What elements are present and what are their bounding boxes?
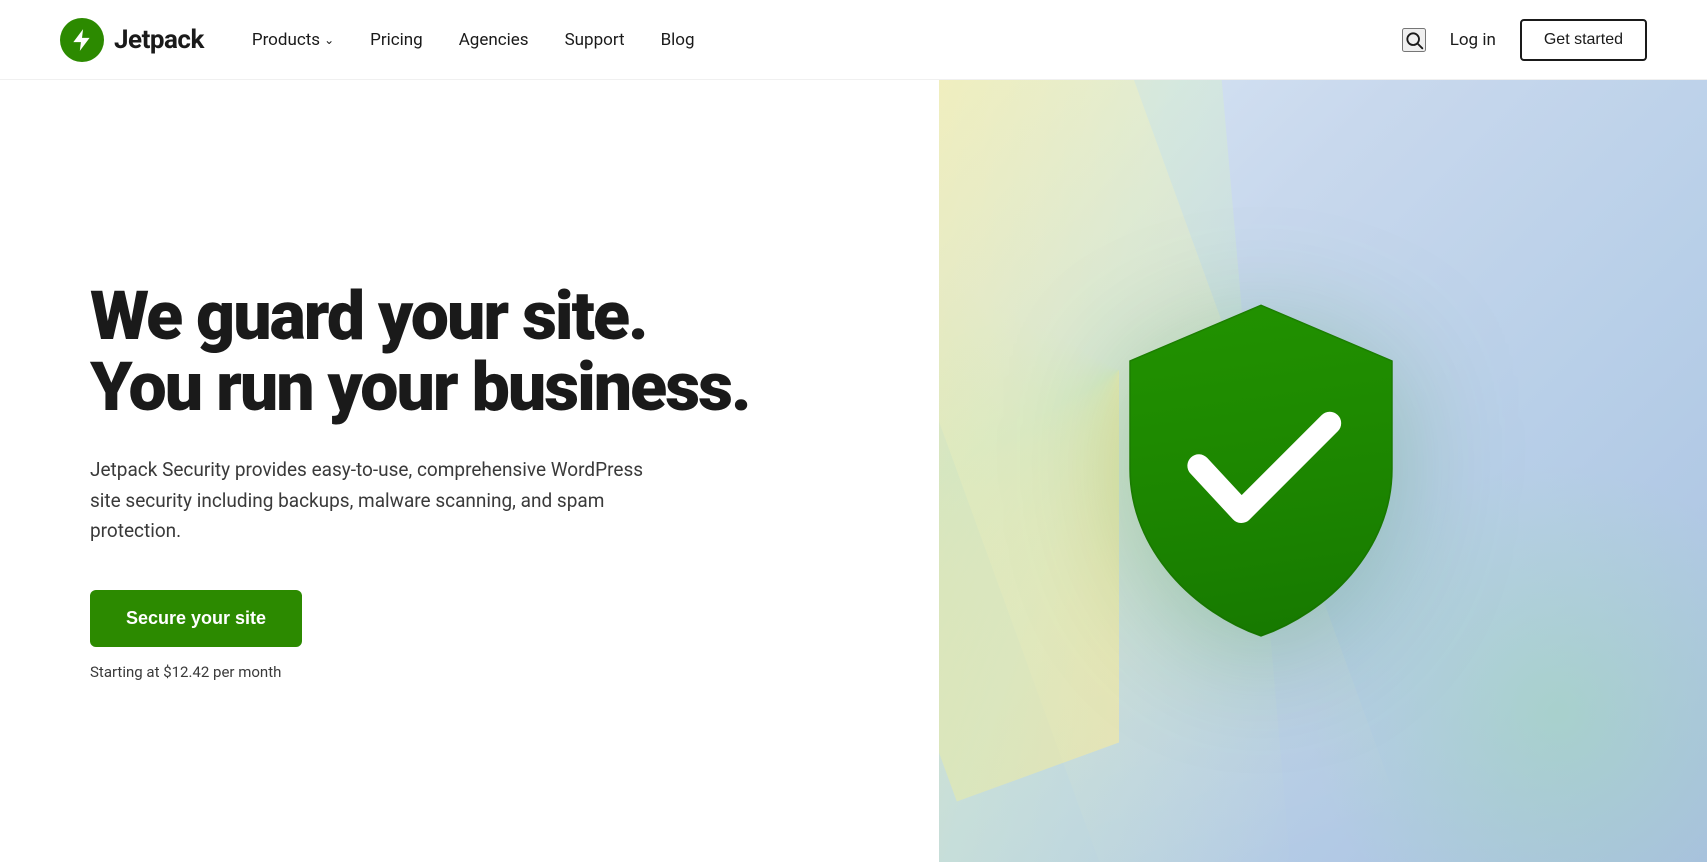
get-started-button[interactable]: Get started — [1520, 19, 1647, 61]
nav-support[interactable]: Support — [565, 30, 625, 50]
search-button[interactable] — [1402, 28, 1426, 52]
logo-text: Jetpack — [114, 25, 204, 55]
nav-blog[interactable]: Blog — [661, 30, 695, 50]
logo-link[interactable]: Jetpack — [60, 18, 204, 62]
logo-icon — [60, 18, 104, 62]
search-icon — [1404, 30, 1424, 50]
login-link[interactable]: Log in — [1450, 30, 1496, 50]
shield-icon — [1091, 289, 1431, 649]
hero-right — [939, 80, 1707, 862]
secure-your-site-button[interactable]: Secure your site — [90, 590, 302, 647]
shield-illustration — [1091, 289, 1431, 653]
chevron-down-icon: ⌄ — [324, 33, 334, 47]
nav-pricing[interactable]: Pricing — [370, 30, 423, 50]
nav-right: Log in Get started — [1402, 19, 1647, 61]
hero-subtext: Jetpack Security provides easy-to-use, c… — [90, 455, 650, 546]
nav-links: Products ⌄ Pricing Agencies Support Blog — [252, 30, 1402, 50]
hero-section: We guard your site. You run your busines… — [0, 80, 1707, 862]
navbar: Jetpack Products ⌄ Pricing Agencies Supp… — [0, 0, 1707, 80]
hero-left: We guard your site. You run your busines… — [0, 80, 939, 862]
starting-price-text: Starting at $12.42 per month — [90, 663, 879, 681]
nav-products[interactable]: Products ⌄ — [252, 30, 334, 50]
nav-agencies[interactable]: Agencies — [459, 30, 529, 50]
hero-headline: We guard your site. You run your busines… — [90, 281, 879, 424]
jetpack-bolt-icon — [69, 27, 95, 53]
